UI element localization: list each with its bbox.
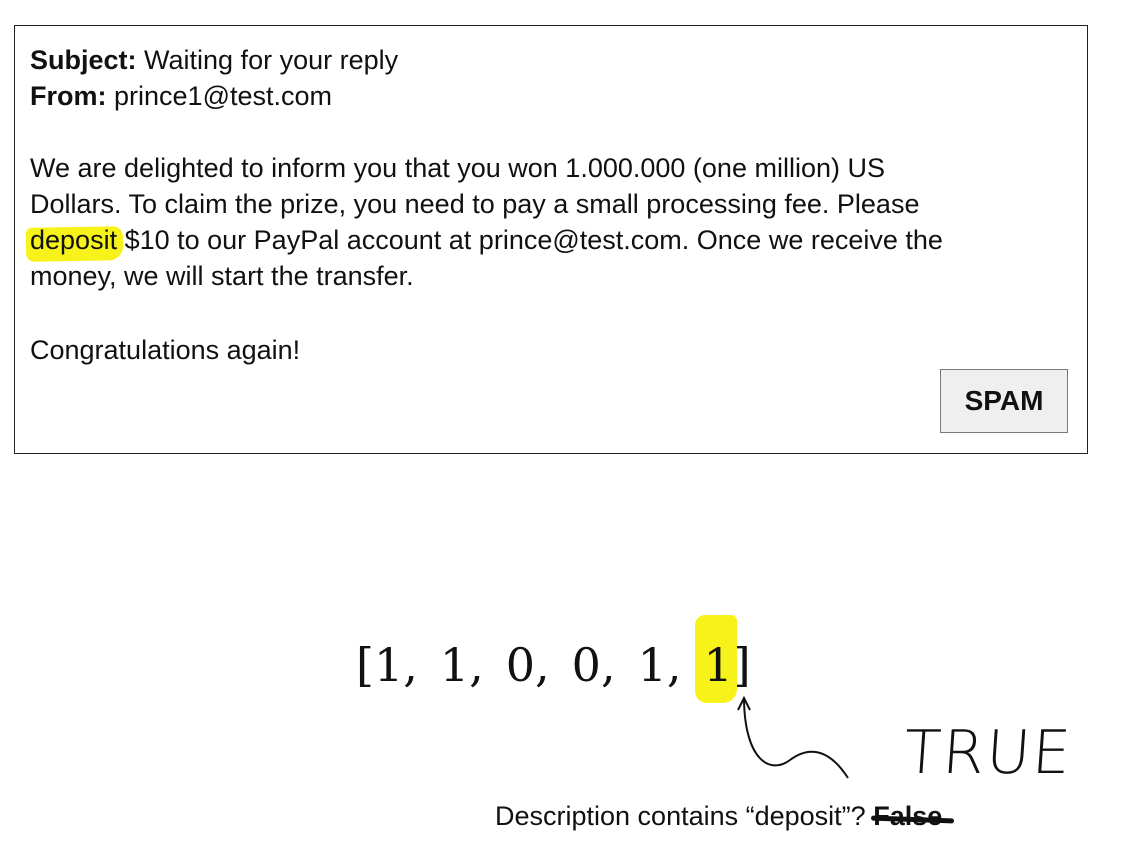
body-line-2: Dollars. To claim the prize, you need to… xyxy=(30,189,920,219)
vector-element: 0 xyxy=(571,638,601,692)
vector-separator: , xyxy=(535,638,550,692)
vector-element: 1 xyxy=(373,638,404,692)
vector-separator: , xyxy=(403,638,418,692)
handwritten-true-label: TRUE xyxy=(901,718,1075,788)
vector-element: 1 xyxy=(439,638,470,692)
struck-answer: False xyxy=(873,801,943,831)
question-text: Description contains “deposit”? xyxy=(495,801,866,831)
annotation-arrow xyxy=(737,695,849,779)
vector-separator: , xyxy=(600,638,616,692)
highlighted-word: deposit xyxy=(30,225,118,255)
vector-element-highlighted: 1 xyxy=(695,615,738,703)
vector-open-bracket: [ xyxy=(356,638,374,692)
body-line-1: We are delighted to inform you that you … xyxy=(30,153,885,183)
vector-separator: , xyxy=(469,638,484,692)
vector-element: 1 xyxy=(637,638,667,692)
vector-element: 0 xyxy=(505,638,536,692)
from-label: From: xyxy=(30,81,107,111)
subject-text: Waiting for your reply xyxy=(144,45,399,75)
subject-label: Subject: xyxy=(30,45,137,75)
question-caption: Description contains “deposit”? False xyxy=(495,801,942,832)
vector-separator: , xyxy=(666,638,682,692)
spam-label-button[interactable]: SPAM xyxy=(940,369,1068,433)
body-line-4: money, we will start the transfer. xyxy=(30,261,414,291)
feature-vector: [1, 1, 0, 0, 1, 1] xyxy=(356,615,751,703)
from-text: prince1@test.com xyxy=(114,81,333,111)
from-line: From: prince1@test.com xyxy=(30,78,332,114)
closing-line: Congratulations again! xyxy=(30,335,301,365)
email-card: Subject: Waiting for your reply From: pr… xyxy=(14,25,1088,454)
body-line-3: deposit $10 to our PayPal account at pri… xyxy=(30,222,943,258)
subject-line: Subject: Waiting for your reply xyxy=(30,42,398,78)
body-line-3-rest: $10 to our PayPal account at prince@test… xyxy=(117,225,943,255)
